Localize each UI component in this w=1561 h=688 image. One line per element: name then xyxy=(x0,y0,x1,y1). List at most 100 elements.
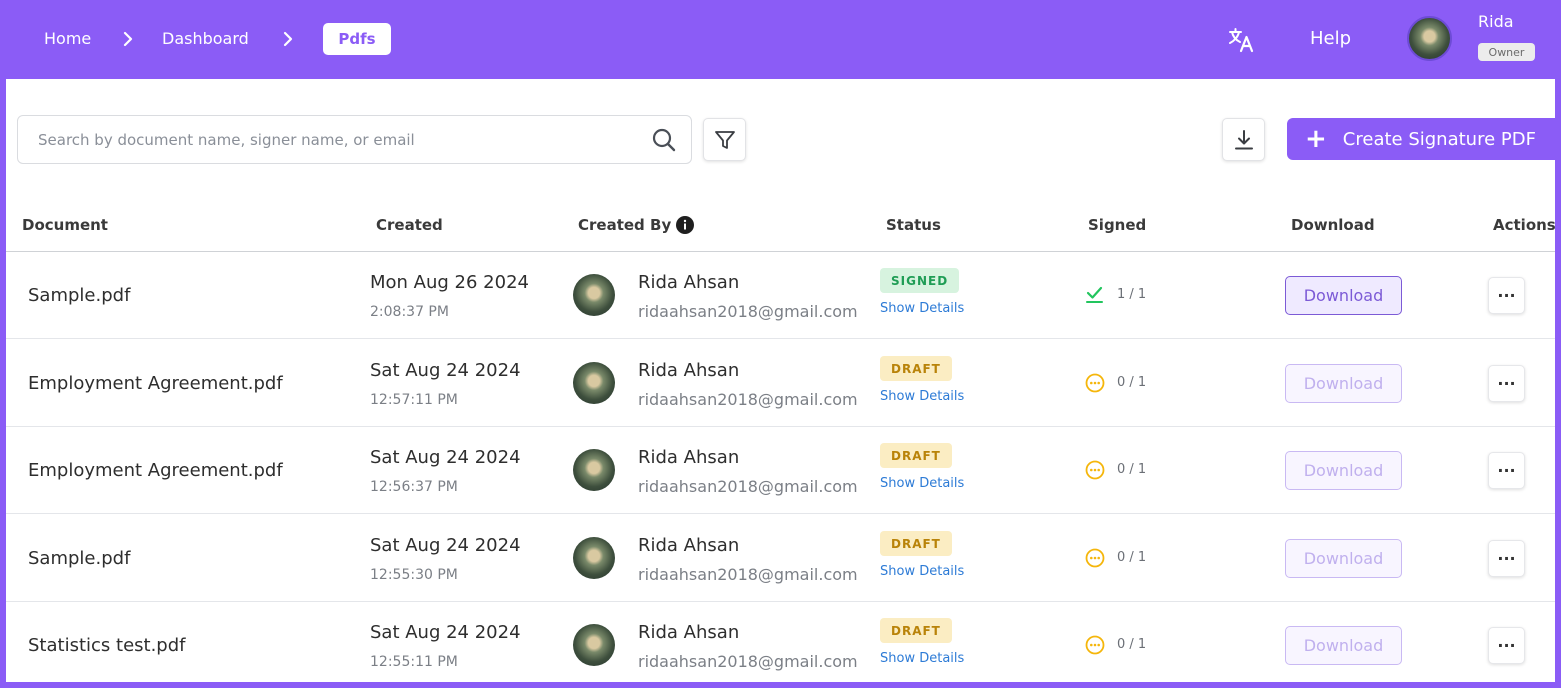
creator-email: ridaahsan2018@gmail.com xyxy=(638,477,858,496)
avatar[interactable] xyxy=(1407,16,1452,61)
pending-icon xyxy=(1085,635,1105,655)
status-badge: DRAFT xyxy=(880,531,952,556)
created-time: 12:56:37 PM xyxy=(370,479,458,495)
search-icon[interactable] xyxy=(651,127,677,153)
download-button[interactable]: Download xyxy=(1285,364,1402,403)
download-icon xyxy=(1234,129,1253,149)
filter-icon xyxy=(714,130,735,149)
created-date: Sat Aug 24 2024 xyxy=(370,535,521,556)
show-details-link[interactable]: Show Details xyxy=(880,650,964,668)
signed-count: 0 / 1 xyxy=(1117,462,1147,477)
download-button[interactable]: Download xyxy=(1285,539,1402,578)
signed-count: 0 / 1 xyxy=(1117,375,1147,390)
chevron-right-icon xyxy=(123,31,133,47)
creator-name: Rida Ahsan xyxy=(638,535,740,556)
created-time: 12:55:11 PM xyxy=(370,654,458,670)
document-name[interactable]: Sample.pdf xyxy=(28,547,130,571)
column-header-download: Download xyxy=(1291,216,1375,234)
created-date: Sat Aug 24 2024 xyxy=(370,622,521,643)
check-icon xyxy=(1086,286,1103,303)
search-box xyxy=(17,115,692,164)
more-actions-button[interactable]: ··· xyxy=(1488,365,1525,402)
pending-icon xyxy=(1085,373,1105,393)
more-icon: ··· xyxy=(1497,636,1516,655)
breadcrumb-dashboard[interactable]: Dashboard xyxy=(162,28,249,50)
creator-email: ridaahsan2018@gmail.com xyxy=(638,565,858,584)
created-time: 2:08:37 PM xyxy=(370,304,449,320)
pending-icon xyxy=(1085,460,1105,480)
avatar xyxy=(573,449,615,491)
status-badge: DRAFT xyxy=(880,618,952,643)
plus-icon: + xyxy=(1305,124,1327,154)
avatar xyxy=(573,362,615,404)
document-name[interactable]: Sample.pdf xyxy=(28,284,130,308)
user-name: Rida xyxy=(1478,12,1514,31)
document-name[interactable]: Statistics test.pdf xyxy=(28,634,185,658)
more-icon: ··· xyxy=(1497,374,1516,393)
document-name[interactable]: Employment Agreement.pdf xyxy=(28,372,283,396)
avatar xyxy=(573,537,615,579)
role-badge: Owner xyxy=(1478,43,1535,61)
table-row: Employment Agreement.pdf Sat Aug 24 2024… xyxy=(6,340,1555,427)
creator-email: ridaahsan2018@gmail.com xyxy=(638,302,858,321)
table-row: Employment Agreement.pdf Sat Aug 24 2024… xyxy=(6,427,1555,514)
column-header-created: Created xyxy=(376,216,443,234)
column-header-created-by: Created By xyxy=(578,216,672,234)
signed-count: 0 / 1 xyxy=(1117,637,1147,652)
created-date: Mon Aug 26 2024 xyxy=(370,272,529,293)
more-icon: ··· xyxy=(1497,286,1516,305)
info-icon[interactable] xyxy=(676,216,694,234)
creator-name: Rida Ahsan xyxy=(638,360,740,381)
more-actions-button[interactable]: ··· xyxy=(1488,627,1525,664)
breadcrumb-home[interactable]: Home xyxy=(44,28,91,50)
more-actions-button[interactable]: ··· xyxy=(1488,540,1525,577)
export-download-button[interactable] xyxy=(1222,118,1265,161)
filter-button[interactable] xyxy=(703,118,746,161)
created-date: Sat Aug 24 2024 xyxy=(370,447,521,468)
chevron-right-icon xyxy=(283,31,293,47)
download-button[interactable]: Download xyxy=(1285,276,1402,315)
top-navbar: Home Dashboard Pdfs Help Rida Owner xyxy=(6,6,1555,79)
status-badge: SIGNED xyxy=(880,268,960,293)
column-header-actions: Actions xyxy=(1493,216,1555,234)
creator-name: Rida Ahsan xyxy=(638,272,740,293)
column-header-document: Document xyxy=(22,216,108,234)
creator-email: ridaahsan2018@gmail.com xyxy=(638,652,858,671)
creator-name: Rida Ahsan xyxy=(638,447,740,468)
download-button[interactable]: Download xyxy=(1285,626,1402,665)
created-time: 12:55:30 PM xyxy=(370,567,458,583)
show-details-link[interactable]: Show Details xyxy=(880,300,964,318)
status-badge: DRAFT xyxy=(880,443,952,468)
avatar xyxy=(573,274,615,316)
signed-count: 0 / 1 xyxy=(1117,550,1147,565)
breadcrumb-pdfs[interactable]: Pdfs xyxy=(323,23,391,55)
created-date: Sat Aug 24 2024 xyxy=(370,360,521,381)
creator-name: Rida Ahsan xyxy=(638,622,740,643)
column-header-signed: Signed xyxy=(1088,216,1147,234)
table-row: Statistics test.pdf Sat Aug 24 2024 12:5… xyxy=(6,602,1555,682)
show-details-link[interactable]: Show Details xyxy=(880,475,964,493)
column-header-status: Status xyxy=(886,216,941,234)
more-actions-button[interactable]: ··· xyxy=(1488,452,1525,489)
table-row: Sample.pdf Mon Aug 26 2024 2:08:37 PM Ri… xyxy=(6,252,1555,339)
more-icon: ··· xyxy=(1497,549,1516,568)
show-details-link[interactable]: Show Details xyxy=(880,563,964,581)
show-details-link[interactable]: Show Details xyxy=(880,388,964,406)
table-row: Sample.pdf Sat Aug 24 2024 12:55:30 PM R… xyxy=(6,515,1555,602)
search-input[interactable] xyxy=(38,128,638,152)
signed-count: 1 / 1 xyxy=(1117,287,1147,302)
app-frame: Home Dashboard Pdfs Help Rida Owner + Cr… xyxy=(6,6,1555,682)
create-button-label: Create Signature PDF xyxy=(1342,128,1536,150)
avatar xyxy=(573,624,615,666)
more-icon: ··· xyxy=(1497,461,1516,480)
creator-email: ridaahsan2018@gmail.com xyxy=(638,390,858,409)
translate-icon[interactable] xyxy=(1227,26,1255,54)
create-signature-pdf-button[interactable]: + Create Signature PDF xyxy=(1287,118,1555,160)
document-name[interactable]: Employment Agreement.pdf xyxy=(28,459,283,483)
download-button[interactable]: Download xyxy=(1285,451,1402,490)
created-time: 12:57:11 PM xyxy=(370,392,458,408)
more-actions-button[interactable]: ··· xyxy=(1488,277,1525,314)
help-link[interactable]: Help xyxy=(1310,27,1351,51)
pending-icon xyxy=(1085,548,1105,568)
status-badge: DRAFT xyxy=(880,356,952,381)
